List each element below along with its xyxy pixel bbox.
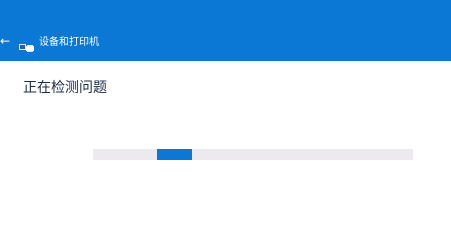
back-arrow-icon[interactable]: ← (0, 34, 10, 48)
status-message: 正在检测问题 (23, 80, 107, 96)
window-title-area: 设备和打印机 (19, 36, 99, 52)
progress-bar (93, 149, 413, 160)
devices-printers-icon (19, 38, 35, 52)
window-header: ← 设备和打印机 (0, 0, 451, 61)
troubleshooter-window: ← 设备和打印机 正在检测问题 (0, 0, 451, 240)
progress-indicator (157, 149, 192, 160)
window-title: 设备和打印机 (39, 37, 99, 48)
